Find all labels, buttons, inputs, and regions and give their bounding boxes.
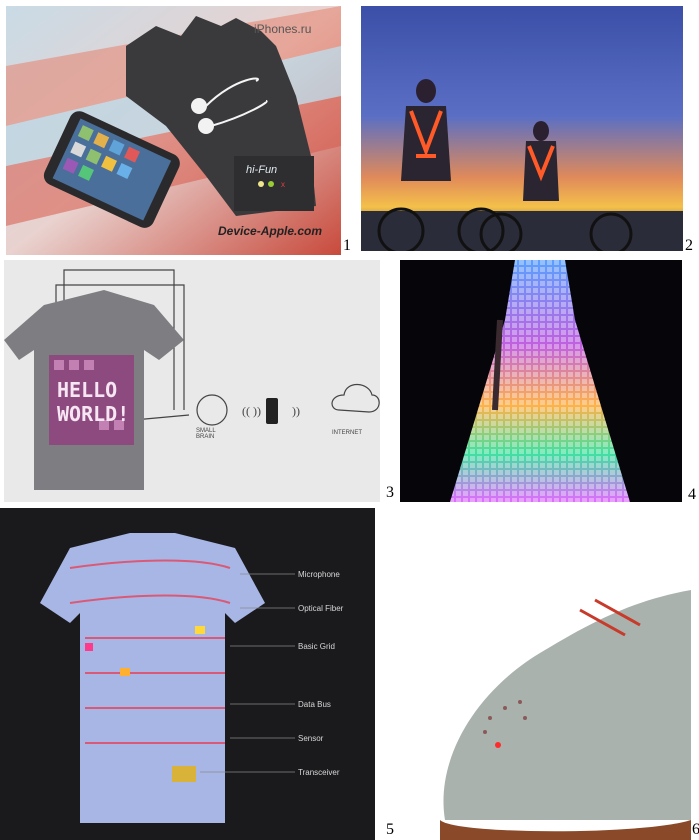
label-data-bus: Data Bus [298, 700, 331, 709]
svg-text:x: x [281, 180, 285, 189]
label-microphone: Microphone [298, 570, 340, 579]
watermark-iphones: iPhones.ru [254, 22, 312, 36]
shirt-display-line1: HELLO [57, 378, 118, 402]
panel-number-2: 2 [685, 237, 693, 254]
led-dress-photo [400, 260, 682, 502]
small-brain-label: SMALL BRAIN [196, 428, 216, 440]
photo-panel-2 [361, 6, 683, 251]
photo-panel-5: Microphone Optical Fiber Basic Grid Data… [0, 508, 375, 840]
led-shoe-photo [395, 590, 691, 840]
internet-label: INTERNET [332, 430, 362, 436]
glove-phone-photo: x [6, 6, 341, 255]
glove-brand-text: hi-Fun [246, 164, 278, 176]
svg-text:)): )) [292, 404, 300, 418]
photo-panel-4 [400, 260, 682, 502]
photo-panel-6 [395, 590, 691, 840]
shirt-display-line2: WORLD! [57, 402, 130, 426]
label-basic-grid: Basic Grid [298, 642, 335, 651]
label-sensor: Sensor [298, 734, 324, 743]
label-optical-fiber: Optical Fiber [298, 604, 344, 613]
panel-number-5: 5 [386, 821, 394, 838]
cyclists-sunset-photo [361, 6, 683, 251]
label-transceiver: Transceiver [298, 768, 340, 777]
panel-number-3: 3 [386, 484, 394, 501]
svg-text:(( )): (( )) [242, 404, 261, 418]
smart-shirt-render [0, 508, 375, 840]
panel-number-4: 4 [688, 486, 696, 503]
panel-number-6: 6 [692, 821, 699, 838]
watermark-device-apple: Device-Apple.com [218, 224, 323, 238]
photo-panel-3: (( )) )) HELLO WORLD! SMALL BRAIN INTERN… [4, 260, 380, 502]
panel-number-1: 1 [343, 237, 351, 254]
photo-panel-1: x iPhones.ru hi-Fun Device-Apple.com [6, 6, 341, 255]
